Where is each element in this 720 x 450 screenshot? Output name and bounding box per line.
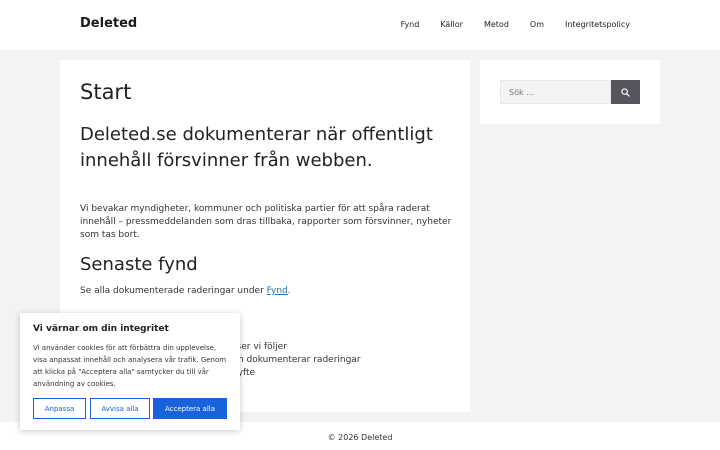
intro-text: Vi bevakar myndigheter, kommuner och pol… <box>80 204 452 240</box>
section-heading-latest: Senaste fynd <box>80 254 198 275</box>
nav-item-kallor[interactable]: Källor <box>440 20 463 29</box>
footer-copyright: © 2026 Deleted <box>327 433 393 442</box>
search-input[interactable] <box>500 80 611 104</box>
cookie-title: Vi värnar om din integritet <box>33 324 169 334</box>
page-title: Start <box>80 80 132 104</box>
site-header: Deleted Fynd Källor Metod Om Integritets… <box>0 0 720 50</box>
list-item: tser vi följer <box>233 342 287 352</box>
customize-button[interactable]: Anpassa <box>33 398 86 419</box>
search-button[interactable] <box>611 80 640 104</box>
nav-item-om[interactable]: Om <box>530 20 544 29</box>
fynd-link[interactable]: Fynd <box>267 286 288 296</box>
reject-all-button[interactable]: Avvisa alla <box>90 398 150 419</box>
list-item: ch dokumenterar raderingar <box>233 355 361 365</box>
section-text-prefix: Se alla dokumenterade raderingar under <box>80 286 267 296</box>
cookie-text: Vi använder cookies för att förbättra di… <box>33 344 227 388</box>
intro-heading: Deleted.se dokumenterar när offentligt i… <box>80 124 433 171</box>
site-brand[interactable]: Deleted <box>80 16 137 31</box>
main-nav: Fynd Källor Metod Om Integritetspolicy <box>401 20 630 29</box>
cookie-consent-banner: Vi värnar om din integritet Vi använder … <box>20 313 240 430</box>
section-text: Se alla dokumenterade raderingar under F… <box>80 286 291 296</box>
search-icon <box>621 85 630 100</box>
section-text-suffix: . <box>287 286 291 296</box>
accept-all-button[interactable]: Acceptera alla <box>153 398 227 419</box>
nav-item-fynd[interactable]: Fynd <box>401 20 420 29</box>
nav-item-metod[interactable]: Metod <box>484 20 509 29</box>
nav-item-integritetspolicy[interactable]: Integritetspolicy <box>565 20 630 29</box>
